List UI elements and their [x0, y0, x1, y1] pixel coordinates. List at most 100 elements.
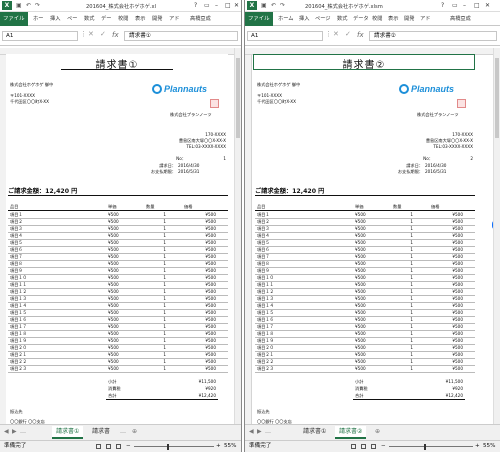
undo-icon[interactable]: ↶: [26, 2, 31, 9]
worksheet-area[interactable]: 請求書① 株式会社ホゲホゲ 御中 〒101-XXXX 千代田区〇〇町X-XX Plann…: [0, 48, 234, 436]
tab-file[interactable]: ファイル: [0, 12, 28, 26]
table-row-item: 項目２: [10, 219, 23, 224]
zoom-slider[interactable]: [389, 446, 473, 447]
tab-insert[interactable]: 挿入: [299, 15, 309, 22]
undo-icon[interactable]: ↶: [271, 2, 276, 9]
name-box[interactable]: A1: [247, 31, 323, 41]
zoom-in-icon[interactable]: +: [216, 443, 221, 449]
scroll-thumb[interactable]: [236, 58, 240, 138]
close-icon[interactable]: ✕: [485, 2, 490, 9]
table-row-unit-price: ¥500: [355, 212, 366, 217]
vertical-scrollbar[interactable]: [234, 48, 241, 424]
minimize-icon[interactable]: –: [215, 2, 218, 9]
scroll-thumb[interactable]: [495, 58, 499, 138]
formula-input[interactable]: 請求書②: [369, 31, 497, 41]
add-sheet-icon[interactable]: ⊕: [375, 428, 380, 435]
restore-icon[interactable]: ▭: [452, 2, 458, 9]
zoom-slider[interactable]: [134, 446, 214, 447]
sheet-tab-2[interactable]: 請求書: [88, 426, 114, 439]
tab-data[interactable]: データ: [353, 15, 369, 22]
company-tel: TEL:03-XXXX-XXXX: [433, 144, 473, 149]
maximize-icon[interactable]: □: [474, 2, 480, 9]
more-sheets-icon[interactable]: …: [265, 428, 271, 435]
tab-data[interactable]: デー: [101, 15, 111, 22]
sheet-tab-1[interactable]: 請求書①: [299, 426, 330, 439]
zoom-level[interactable]: 55%: [224, 443, 236, 449]
page-layout-icon[interactable]: [361, 444, 366, 449]
tab-review[interactable]: 校閲: [118, 15, 128, 22]
more-tabs-icon[interactable]: …: [120, 428, 126, 435]
next-sheet-icon[interactable]: ▶: [12, 428, 17, 435]
tab-home[interactable]: ホーム: [278, 15, 293, 22]
table-row-item: 項目６: [10, 247, 23, 252]
name-box[interactable]: A1: [2, 31, 78, 41]
save-icon[interactable]: ▣: [261, 2, 267, 9]
tab-home[interactable]: ホー: [33, 15, 43, 22]
more-sheets-icon[interactable]: …: [20, 428, 26, 435]
help-icon[interactable]: ?: [194, 2, 197, 9]
tab-developer[interactable]: 開発: [152, 15, 162, 22]
tab-insert[interactable]: 挿入: [50, 15, 60, 22]
table-row-qty: 1: [163, 233, 166, 238]
cancel-icon[interactable]: ✕: [88, 30, 94, 38]
minimize-icon[interactable]: –: [463, 2, 466, 9]
tab-page-layout[interactable]: ページ: [315, 15, 330, 22]
zoom-level[interactable]: 55%: [483, 443, 495, 449]
normal-view-icon[interactable]: [351, 444, 356, 449]
zoom-handle[interactable]: [424, 444, 426, 450]
normal-view-icon[interactable]: [96, 444, 101, 449]
tab-formulas[interactable]: 数式: [84, 15, 94, 22]
maximize-icon[interactable]: □: [225, 2, 231, 9]
table-row-unit-price: ¥500: [108, 268, 119, 273]
formula-input[interactable]: 請求書①: [124, 31, 238, 41]
enter-icon[interactable]: ✓: [345, 30, 351, 38]
tab-developer[interactable]: 開発: [404, 15, 414, 22]
sheet-tab-1[interactable]: 請求書①: [52, 426, 84, 439]
tab-addins[interactable]: アド: [169, 15, 179, 22]
prev-sheet-icon[interactable]: ◀: [4, 428, 9, 435]
user-name[interactable]: 高橋亘成: [450, 15, 471, 22]
insert-function-icon[interactable]: fx: [112, 31, 119, 39]
prev-sheet-icon[interactable]: ◀: [249, 428, 254, 435]
redo-icon[interactable]: ↷: [35, 2, 40, 9]
invoice-date: 2016/4/30: [178, 163, 200, 168]
tab-view[interactable]: 表示: [388, 15, 398, 22]
next-sheet-icon[interactable]: ▶: [257, 428, 262, 435]
vertical-scrollbar[interactable]: [493, 48, 500, 424]
redo-icon[interactable]: ↷: [280, 2, 285, 9]
user-name[interactable]: 高橋亘成: [190, 15, 211, 22]
table-row-unit-price: ¥500: [108, 310, 119, 315]
close-icon[interactable]: ✕: [234, 2, 239, 9]
transfer-label: 振込先: [10, 409, 23, 414]
page-break-icon[interactable]: [371, 444, 376, 449]
tab-file[interactable]: ファイル: [245, 12, 273, 26]
tab-page-layout[interactable]: ペー: [67, 15, 77, 22]
table-row-price: ¥500: [452, 226, 463, 231]
save-icon[interactable]: ▣: [16, 2, 22, 9]
zoom-handle[interactable]: [167, 444, 169, 450]
table-row-qty: 1: [163, 352, 166, 357]
cancel-icon[interactable]: ✕: [333, 30, 339, 38]
add-sheet-icon[interactable]: ⊕: [132, 428, 137, 435]
table-row-price: ¥500: [205, 303, 216, 308]
table-row-price: ¥500: [205, 366, 216, 371]
zoom-out-icon[interactable]: −: [381, 443, 386, 449]
insert-function-icon[interactable]: fx: [357, 31, 364, 39]
table-row-qty: 1: [410, 324, 413, 329]
enter-icon[interactable]: ✓: [100, 30, 106, 38]
restore-icon[interactable]: ▭: [204, 2, 210, 9]
table-row-item: 項目８: [257, 261, 270, 266]
page-break-icon[interactable]: [116, 444, 121, 449]
table-row-unit-price: ¥500: [108, 282, 119, 287]
zoom-out-icon[interactable]: −: [126, 443, 131, 449]
tab-formulas[interactable]: 数式: [337, 15, 347, 22]
company-zip: 170-XXXX: [205, 132, 226, 137]
zoom-in-icon[interactable]: +: [475, 443, 480, 449]
help-icon[interactable]: ?: [441, 2, 444, 9]
sheet-tab-2[interactable]: 請求書②: [335, 426, 367, 439]
tab-addins[interactable]: アド: [420, 15, 430, 22]
tab-view[interactable]: 表示: [135, 15, 145, 22]
tab-review[interactable]: 校閲: [372, 15, 382, 22]
worksheet-area[interactable]: 請求書② 株式会社ホゲホゲ 御中 〒101-XXXX 千代田区〇〇町X-XX Plann…: [245, 48, 493, 436]
page-layout-icon[interactable]: [106, 444, 111, 449]
